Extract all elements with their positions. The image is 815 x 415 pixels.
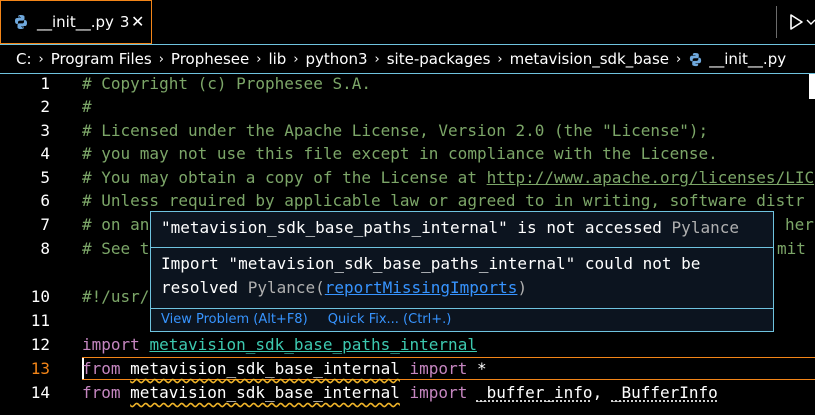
tab-problem-count: 3 (120, 13, 130, 31)
hover-divider (151, 308, 773, 309)
unresolved-module[interactable]: metavision_sdk_base_internal (130, 383, 400, 402)
line-number: 11 (0, 309, 50, 332)
hover-actions: View Problem (Alt+F8) Quick Fix... (Ctrl… (161, 311, 467, 329)
breadcrumb-separator: › (39, 52, 44, 67)
keyword-import: import (410, 383, 468, 402)
line-number: 2 (0, 95, 50, 118)
diagnostic-rule-link[interactable]: reportMissingImports (325, 278, 518, 297)
code-text: from metavision_sdk_base_internal import… (82, 357, 487, 380)
hover-message-line1: Import "metavision_sdk_base_paths_intern… (161, 254, 700, 273)
line-number-active: 13 (0, 357, 50, 380)
comment-text-tail: mit (777, 237, 806, 260)
hover-message-source: Pylance (248, 278, 315, 297)
breadcrumb-separator: › (256, 52, 261, 67)
comment-text: # (82, 95, 92, 118)
breadcrumb-item-lib[interactable]: lib (268, 50, 286, 68)
close-icon[interactable]: ✕ (131, 12, 144, 31)
keyword-from: from (82, 359, 121, 378)
hover-message-line2: resolved (161, 278, 238, 297)
code-line-5[interactable]: 5 # You may obtain a copy of the License… (0, 166, 815, 189)
python-file-icon (688, 52, 703, 67)
keyword-import: import (82, 335, 140, 354)
breadcrumb-separator: › (159, 52, 164, 67)
license-link[interactable]: http://www.apache.org/licenses/LIC (487, 168, 815, 187)
code-text: import metavision_sdk_base_paths_interna… (82, 333, 477, 356)
breadcrumb: C: › Program Files › Prophesee › lib › p… (0, 44, 815, 74)
hover-title-source: Pylance (672, 218, 739, 237)
line-number: 1 (0, 72, 50, 95)
comment-text: #!/usr/ (82, 285, 149, 308)
line-number: 8 (0, 237, 50, 260)
comment-text: # Licensed under the Apache License, Ver… (82, 119, 708, 142)
hover-tooltip: "metavision_sdk_base_paths_internal" is … (150, 211, 774, 332)
hover-divider (151, 247, 773, 248)
breadcrumb-separator: › (293, 52, 298, 67)
comment-text-tail: her (785, 213, 814, 236)
unresolved-module[interactable]: metavision_sdk_base_internal (130, 359, 400, 378)
hover-title: "metavision_sdk_base_paths_internal" is … (161, 217, 739, 239)
tab-filename: __init__.py (37, 13, 114, 31)
toolbar-divider (776, 6, 777, 38)
unused-import-symbol[interactable]: metavision_sdk_base_paths_internal (149, 335, 477, 354)
code-line-1[interactable]: 1 # Copyright (c) Prophesee S.A. (0, 72, 815, 95)
line-number: 6 (0, 189, 50, 212)
tab-bar: __init__.py 3 ✕ (0, 0, 815, 44)
comment-text: # on an (82, 213, 149, 236)
comma: , (593, 383, 603, 402)
line-number: 12 (0, 333, 50, 356)
chevron-down-icon[interactable] (806, 10, 815, 34)
paren-open: ( (315, 278, 325, 297)
breadcrumb-item-site-packages[interactable]: site-packages (387, 50, 491, 68)
breadcrumb-item-file[interactable]: __init__.py (709, 50, 786, 68)
keyword-from: from (82, 383, 121, 402)
line-number: 4 (0, 142, 50, 165)
comment-text: # you may not use this file except in co… (82, 142, 718, 165)
breadcrumb-item-program-files[interactable]: Program Files (51, 50, 152, 68)
comment-prefix: # You may obtain a copy of the License a… (82, 168, 487, 187)
code-text: from metavision_sdk_base_internal import… (82, 381, 718, 404)
paren-close: ) (517, 278, 527, 297)
quick-fix-button[interactable]: Quick Fix... (Ctrl+.) (328, 312, 452, 327)
keyword-import: import (410, 359, 468, 378)
code-line-2[interactable]: 2 # (0, 95, 815, 118)
breadcrumb-separator: › (375, 52, 380, 67)
code-line-6[interactable]: 6 # Unless required by applicable law or… (0, 189, 815, 212)
breadcrumb-separator: › (676, 52, 681, 67)
code-line-4[interactable]: 4 # you may not use this file except in … (0, 142, 815, 165)
wildcard-import: * (477, 359, 487, 378)
comment-text: # You may obtain a copy of the License a… (82, 166, 814, 189)
editor-tab-init-py[interactable]: __init__.py 3 ✕ (0, 0, 152, 44)
tab-label: __init__.py 3 (37, 13, 129, 31)
breadcrumb-item-metavision-sdk-base[interactable]: metavision_sdk_base (510, 50, 669, 68)
code-line-13[interactable]: 13 from metavision_sdk_base_internal imp… (0, 357, 815, 380)
python-file-icon (13, 14, 29, 30)
comment-text: # Unless required by applicable law or a… (82, 189, 804, 212)
breadcrumb-separator: › (497, 52, 502, 67)
comment-text: # See t (82, 237, 149, 260)
imported-name-buffer-info[interactable]: _buffer_info (477, 383, 593, 402)
line-number: 10 (0, 285, 50, 308)
line-number: 3 (0, 119, 50, 142)
breadcrumb-item-python3[interactable]: python3 (306, 50, 368, 68)
code-line-12[interactable]: 12 import metavision_sdk_base_paths_inte… (0, 333, 815, 356)
hover-message: Import "metavision_sdk_base_paths_intern… (161, 252, 761, 300)
imported-name-bufferinfo[interactable]: _BufferInfo (612, 383, 718, 402)
comment-text: # Copyright (c) Prophesee S.A. (82, 72, 371, 95)
run-icon[interactable] (786, 10, 806, 34)
code-line-14[interactable]: 14 from metavision_sdk_base_internal imp… (0, 381, 815, 404)
breadcrumb-item-drive[interactable]: C: (16, 50, 32, 68)
breadcrumb-item-prophesee[interactable]: Prophesee (171, 50, 249, 68)
code-line-3[interactable]: 3 # Licensed under the Apache License, V… (0, 119, 815, 142)
hover-title-text: "metavision_sdk_base_paths_internal" is … (161, 218, 662, 237)
line-number: 7 (0, 213, 50, 236)
line-number: 5 (0, 166, 50, 189)
view-problem-button[interactable]: View Problem (Alt+F8) (161, 312, 308, 327)
line-number: 14 (0, 381, 50, 404)
